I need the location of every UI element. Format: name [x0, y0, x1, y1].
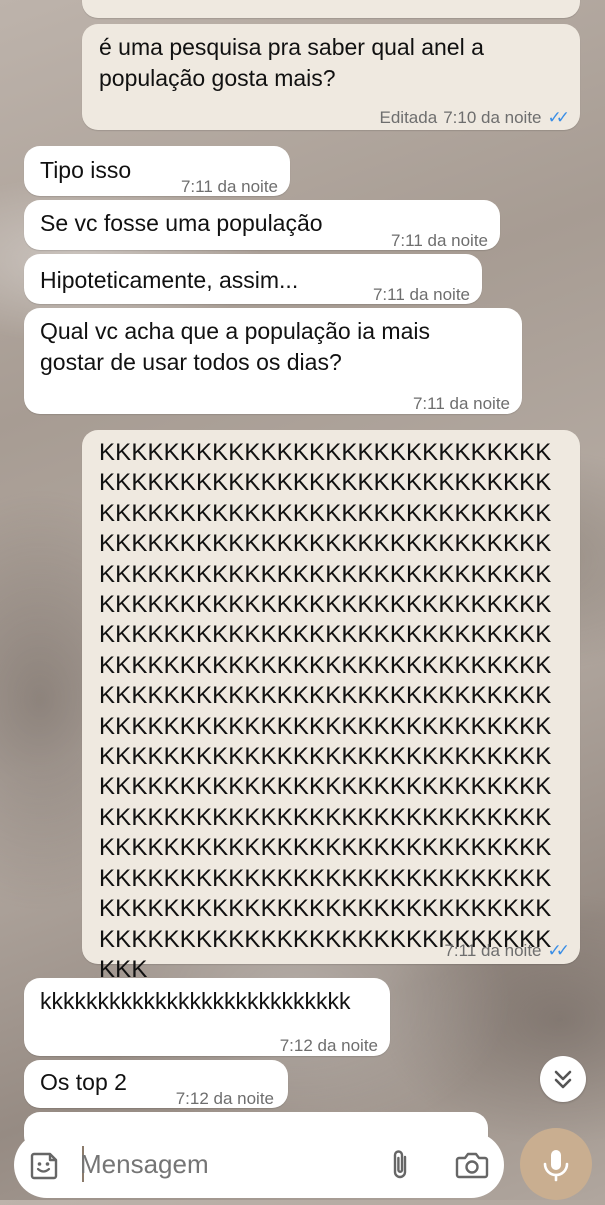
camera-button[interactable] [454, 1148, 490, 1182]
message-meta: 7:12 da noite [176, 1083, 274, 1114]
message-bubble-incoming[interactable]: Hipoteticamente, assim... 7:11 da noite [24, 254, 482, 304]
message-time: 7:12 da noite [175, 1089, 274, 1108]
message-bubble-incoming[interactable]: Tipo isso 7:11 da noite [24, 146, 290, 196]
message-time: 7:12 da noite [279, 1036, 378, 1055]
message-text: Hipoteticamente, assim... [40, 267, 299, 293]
voice-message-button[interactable] [520, 1128, 592, 1200]
message-time: 7:11 da noite [412, 394, 510, 413]
message-bubble-incoming[interactable]: kkkkkkkkkkkkkkkkkkkkkkkkkkk 7:12 da noit… [24, 978, 390, 1056]
message-text: Tipo isso [40, 157, 132, 183]
message-time: 7:11 da noite [372, 285, 470, 304]
read-ticks-icon: ✓✓ [547, 108, 570, 127]
paperclip-icon [393, 1150, 407, 1179]
chat-conversation: é uma pesquisa pra saber qual anel a pop… [0, 0, 605, 1200]
camera-icon [455, 1152, 489, 1179]
message-text: Se vc fosse uma população [40, 210, 323, 236]
message-meta: Editada 7:10 da noite ✓✓ [380, 102, 570, 133]
attach-button[interactable] [386, 1148, 416, 1182]
message-time: 7:10 da noite [443, 108, 542, 127]
sticker-emoji-icon [30, 1152, 58, 1180]
scroll-to-bottom-button[interactable] [540, 1056, 586, 1102]
double-chevron-down-icon [554, 1070, 572, 1089]
message-bubble-outgoing[interactable]: KKKKKKKKKKKKKKKKKKKKKKKKKKKKKKKKKKKKKKKK… [82, 430, 580, 983]
message-text: é uma pesquisa pra saber qual anel a pop… [99, 34, 484, 91]
message-input[interactable] [80, 1144, 360, 1184]
message-meta: 7:11 da noite ✓✓ [444, 935, 570, 966]
message-text: kkkkkkkkkkkkkkkkkkkkkkkkkkk [40, 988, 351, 1014]
message-meta: 7:11 da noite [373, 279, 470, 310]
message-bubble-incoming[interactable]: Qual vc acha que a população ia mais gos… [24, 308, 522, 414]
message-composer [14, 1132, 504, 1198]
message-meta: 7:11 da noite [413, 388, 510, 419]
message-meta: 7:12 da noite [280, 1030, 378, 1061]
sticker-emoji-button[interactable] [28, 1150, 60, 1182]
message-meta: 7:11 da noite [181, 171, 278, 202]
message-bubble-incoming[interactable]: Se vc fosse uma população 7:11 da noite [24, 200, 500, 250]
message-text: Os top 2 [40, 1069, 127, 1095]
microphone-icon [543, 1150, 569, 1182]
message-time: 7:11 da noite [444, 941, 542, 960]
message-bubble-outgoing[interactable]: é uma pesquisa pra saber qual anel a pop… [82, 24, 580, 130]
message-meta: 7:11 da noite [391, 225, 488, 256]
message-text: KKKKKKKKKKKKKKKKKKKKKKKKKKKKKKKKKKKKKKKK… [99, 439, 552, 983]
message-time: 7:11 da noite [180, 177, 278, 196]
message-bubble-partial [82, 0, 580, 18]
message-bubble-incoming[interactable]: Os top 2 7:12 da noite [24, 1060, 288, 1108]
message-time: 7:11 da noite [390, 231, 488, 250]
message-text: Qual vc acha que a população ia mais gos… [40, 318, 430, 375]
edited-label: Editada [379, 108, 438, 127]
read-ticks-icon: ✓✓ [547, 941, 570, 960]
